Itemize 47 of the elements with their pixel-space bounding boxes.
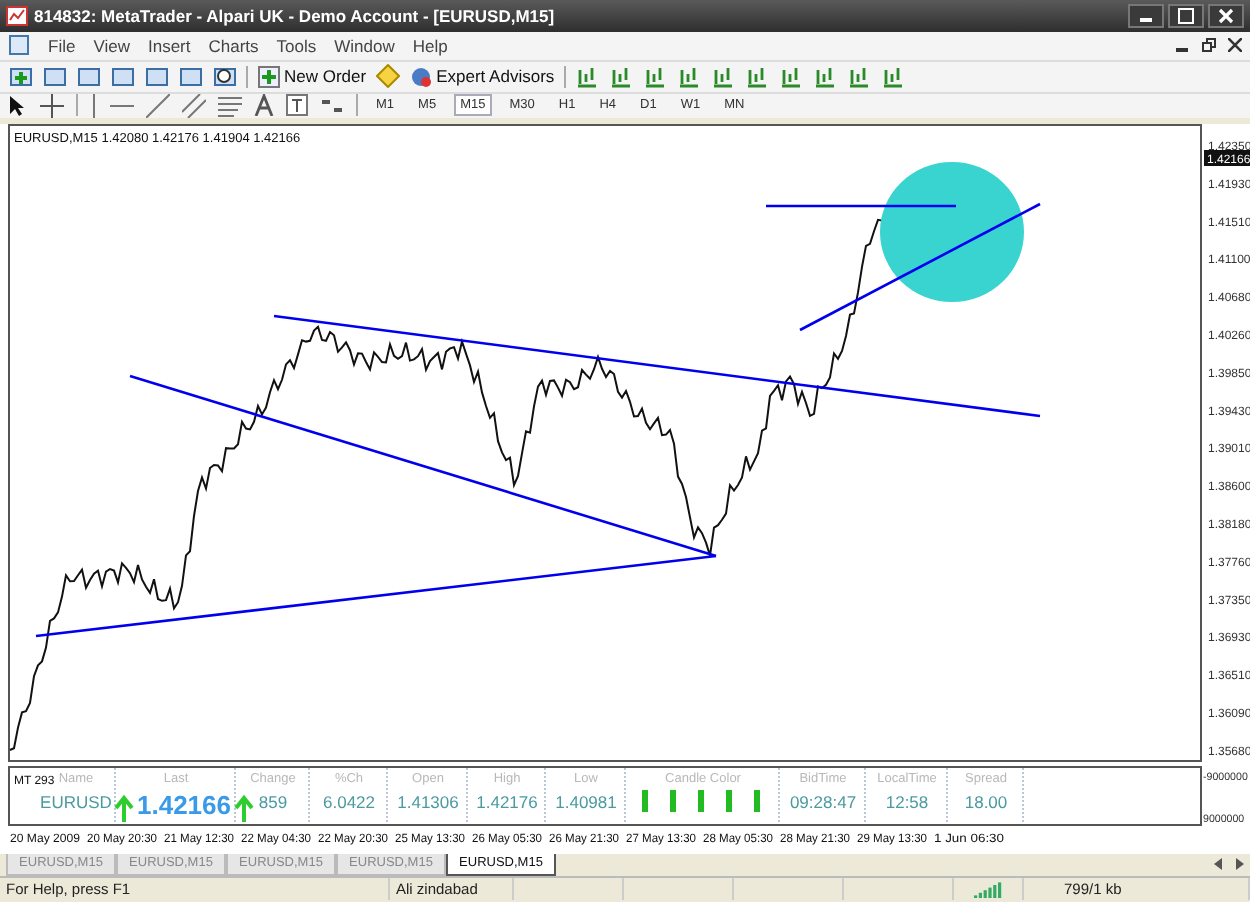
app-icon [6, 4, 28, 27]
expert-advisors-button[interactable]: Expert Advisors [408, 65, 557, 88]
text-icon[interactable] [254, 94, 274, 117]
close-icon[interactable] [1228, 38, 1242, 53]
minimize-icon [1140, 18, 1152, 23]
chart-icon[interactable] [880, 63, 907, 90]
channel-icon[interactable] [182, 93, 206, 118]
menu-item[interactable]: Window [334, 35, 395, 56]
maximize-icon [1178, 7, 1194, 24]
last-price: 1.42166 [137, 789, 231, 820]
highlight-ellipse [880, 161, 1024, 302]
trendline-icon[interactable] [146, 93, 170, 118]
new-order-button[interactable]: New Order [256, 65, 369, 88]
maximize-button[interactable] [1168, 3, 1204, 28]
text-label-icon[interactable] [286, 94, 308, 117]
restore-icon[interactable] [1202, 38, 1216, 53]
scroll-left-icon[interactable] [1214, 858, 1224, 871]
column-value: 1.40981 [555, 791, 617, 812]
menu-item[interactable]: Insert [147, 35, 191, 56]
column-value: 1.42176 [476, 791, 538, 812]
window-title: 814832: MetaTrader - Alpari UK - Demo Account - [EURUSD,M15] [34, 5, 555, 26]
document-icon [8, 34, 30, 57]
column-value: 859 [258, 791, 288, 812]
close-button[interactable] [1208, 3, 1244, 28]
menu-item[interactable]: Help [412, 35, 448, 56]
column-value: EURUSD [40, 791, 112, 812]
fibonacci-icon[interactable] [218, 93, 242, 118]
menu-item[interactable]: Tools [276, 35, 317, 56]
column-value: 09:28:47 [789, 791, 857, 812]
bars-icon[interactable] [574, 63, 601, 90]
menu-item[interactable]: File [48, 35, 76, 56]
column-value: 6.0422 [323, 791, 375, 812]
window-icon[interactable] [42, 63, 68, 90]
crosshair-icon[interactable] [40, 93, 64, 118]
scroll-right-icon[interactable] [1234, 858, 1244, 871]
column-value: 12:58 [885, 791, 929, 812]
horizontal-line-icon[interactable] [110, 101, 134, 110]
arrows-icon[interactable] [320, 95, 344, 116]
minimize-button[interactable] [1128, 3, 1164, 28]
cursor-icon[interactable] [8, 93, 28, 118]
connection-bars-icon [974, 881, 1002, 898]
column-value: 18.00 [964, 791, 1008, 812]
column-value: 1.41306 [397, 791, 459, 812]
menu-item[interactable]: Charts [208, 35, 259, 56]
close-icon [1218, 7, 1234, 24]
vertical-line-icon[interactable] [90, 93, 98, 118]
menu-item[interactable]: View [93, 35, 130, 56]
